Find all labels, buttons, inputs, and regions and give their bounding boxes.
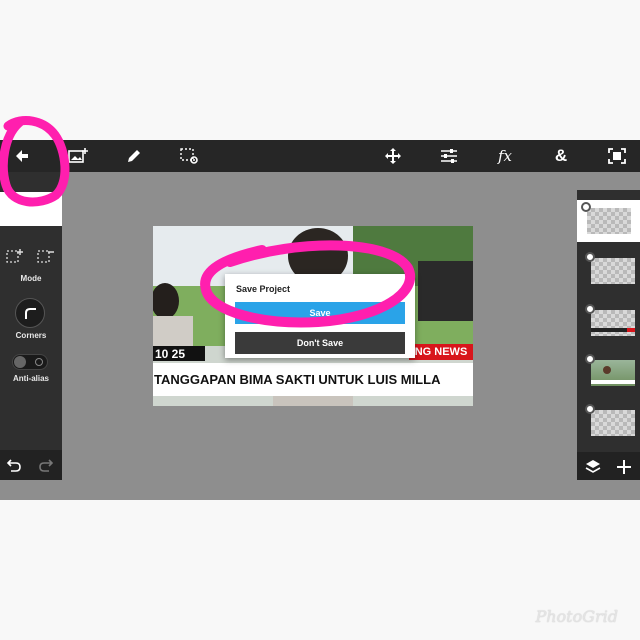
layer-thumbnail: [591, 410, 635, 436]
save-project-dialog: Save Project Save Don't Save: [225, 274, 415, 358]
layer-visibility-dot[interactable]: [585, 354, 595, 364]
layer-item[interactable]: [577, 200, 640, 242]
ampersand-icon: &: [554, 146, 568, 165]
selection-subtract-icon: [37, 250, 54, 263]
back-button[interactable]: [6, 140, 38, 172]
layer-visibility-dot[interactable]: [585, 404, 595, 414]
layer-item[interactable]: [581, 352, 637, 394]
left-tool-panel: Mode Corners Anti-alias: [0, 172, 62, 480]
corners-label: Corners: [15, 331, 47, 340]
dialog-title: Save Project: [236, 284, 291, 294]
selection-preview: [0, 192, 62, 226]
undo-icon: [6, 459, 21, 472]
layer-visibility-dot[interactable]: [581, 202, 591, 212]
add-image-icon: [68, 148, 88, 163]
layers-button[interactable]: [584, 458, 602, 481]
history-bar: [0, 450, 62, 480]
arrow-left-icon: [16, 150, 28, 162]
move-button[interactable]: [377, 140, 409, 172]
layer-visibility-dot[interactable]: [585, 252, 595, 262]
top-toolbar: fx &: [0, 140, 640, 172]
selection-settings-button[interactable]: [173, 140, 205, 172]
blend-button[interactable]: &: [545, 140, 577, 172]
layers-footer: [577, 452, 640, 480]
rounded-corner-icon: [25, 308, 36, 319]
dont-save-button[interactable]: Don't Save: [235, 332, 405, 354]
subtract-selection-button[interactable]: [37, 248, 55, 269]
adjustments-button[interactable]: [433, 140, 465, 172]
layer-item[interactable]: [581, 302, 637, 344]
brush-button[interactable]: [118, 140, 150, 172]
selection-gear-icon: [180, 148, 198, 164]
fx-icon: fx: [497, 147, 512, 165]
layer-photo-figure: [603, 366, 611, 374]
undo-button[interactable]: [6, 457, 22, 478]
news-headline: TANGGAPAN BIMA SAKTI UNTUK LUIS MILLA: [153, 363, 473, 396]
pencil-icon: [128, 150, 140, 162]
layer-photo-thumbnail: [591, 360, 635, 386]
fullscreen-button[interactable]: [601, 140, 633, 172]
layer-thumbnail: [591, 258, 635, 284]
add-image-button[interactable]: [62, 140, 94, 172]
selection-add-icon: [6, 249, 23, 263]
layers-panel: [577, 190, 640, 480]
move-icon: [385, 148, 401, 164]
photogrid-watermark: PhotoGrid: [535, 607, 618, 626]
corners-button[interactable]: [15, 298, 45, 328]
layer-item[interactable]: [581, 250, 637, 292]
layers-icon: [585, 460, 601, 473]
fullscreen-icon: [608, 148, 626, 164]
layer-red-mark: [627, 328, 635, 332]
antialias-label: Anti-alias: [12, 374, 49, 383]
layer-photo-strip: [591, 380, 635, 384]
add-selection-button[interactable]: [6, 248, 24, 269]
layer-item[interactable]: [581, 402, 637, 444]
sliders-icon: [441, 149, 457, 163]
news-tag: NG NEWS: [409, 344, 473, 360]
redo-icon: [39, 459, 54, 472]
preview-mark: [22, 198, 40, 204]
redo-button[interactable]: [38, 457, 54, 478]
layer-thumbnail: [587, 208, 631, 234]
add-layer-button[interactable]: [615, 458, 633, 481]
time-badge: 10 25: [153, 346, 205, 361]
toggle-knob: [14, 356, 26, 368]
effects-button[interactable]: fx: [489, 140, 521, 172]
layer-thumbnail: [591, 310, 635, 336]
toggle-off-indicator: [35, 358, 43, 366]
mode-label: Mode: [20, 274, 42, 283]
antialias-toggle[interactable]: [12, 354, 48, 370]
save-button[interactable]: Save: [235, 302, 405, 324]
layer-visibility-dot[interactable]: [585, 304, 595, 314]
plus-icon: [617, 460, 631, 474]
